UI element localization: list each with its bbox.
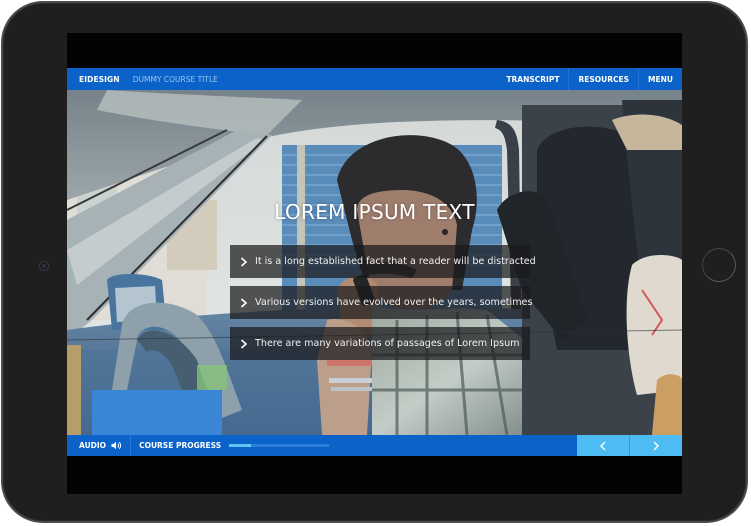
course-progress-label: COURSE PROGRESS (139, 441, 222, 450)
transcript-button[interactable]: TRANSCRIPT (497, 68, 568, 90)
speaker-icon (111, 441, 122, 450)
chevron-right-icon (240, 338, 248, 349)
course-title: DUMMY COURSE TITLE (132, 74, 218, 84)
chevron-right-icon (653, 441, 659, 450)
slide-title: LOREM IPSUM TEXT (274, 200, 475, 224)
bullet-item[interactable]: It is a long established fact that a rea… (230, 245, 536, 278)
chevron-left-icon (600, 441, 606, 450)
top-nav: TRANSCRIPT RESOURCES MENU (497, 68, 682, 90)
top-bar: EIDESIGN DUMMY COURSE TITLE TRANSCRIPT R… (67, 68, 682, 90)
menu-button[interactable]: MENU (638, 68, 682, 90)
slide-background-video: LOREM IPSUM TEXT It is a long establishe… (67, 90, 682, 435)
resources-button[interactable]: RESOURCES (568, 68, 638, 90)
chevron-right-icon (240, 297, 248, 308)
audio-toggle[interactable]: AUDIO (79, 435, 132, 456)
slide-navigation (577, 435, 682, 456)
screen: EIDESIGN DUMMY COURSE TITLE TRANSCRIPT R… (67, 33, 682, 494)
course-progress-bar (229, 444, 330, 447)
course-progress-fill (229, 444, 252, 447)
bullet-text: Various versions have evolved over the y… (255, 297, 533, 308)
bullet-item[interactable]: There are many variations of passages of… (230, 327, 530, 360)
chevron-right-icon (240, 256, 248, 267)
bullet-text: It is a long established fact that a rea… (255, 256, 536, 267)
bottom-bar: AUDIO COURSE PROGRESS (67, 435, 682, 456)
bullet-item[interactable]: Various versions have evolved over the y… (230, 286, 533, 319)
home-button[interactable] (702, 248, 736, 282)
previous-button[interactable] (577, 435, 629, 456)
next-button[interactable] (629, 435, 682, 456)
audio-label: AUDIO (79, 441, 107, 450)
camera-icon (39, 261, 49, 271)
brand-logo: EIDESIGN (79, 74, 120, 84)
bullet-list: It is a long established fact that a rea… (230, 245, 536, 368)
bullet-text: There are many variations of passages of… (255, 338, 520, 349)
